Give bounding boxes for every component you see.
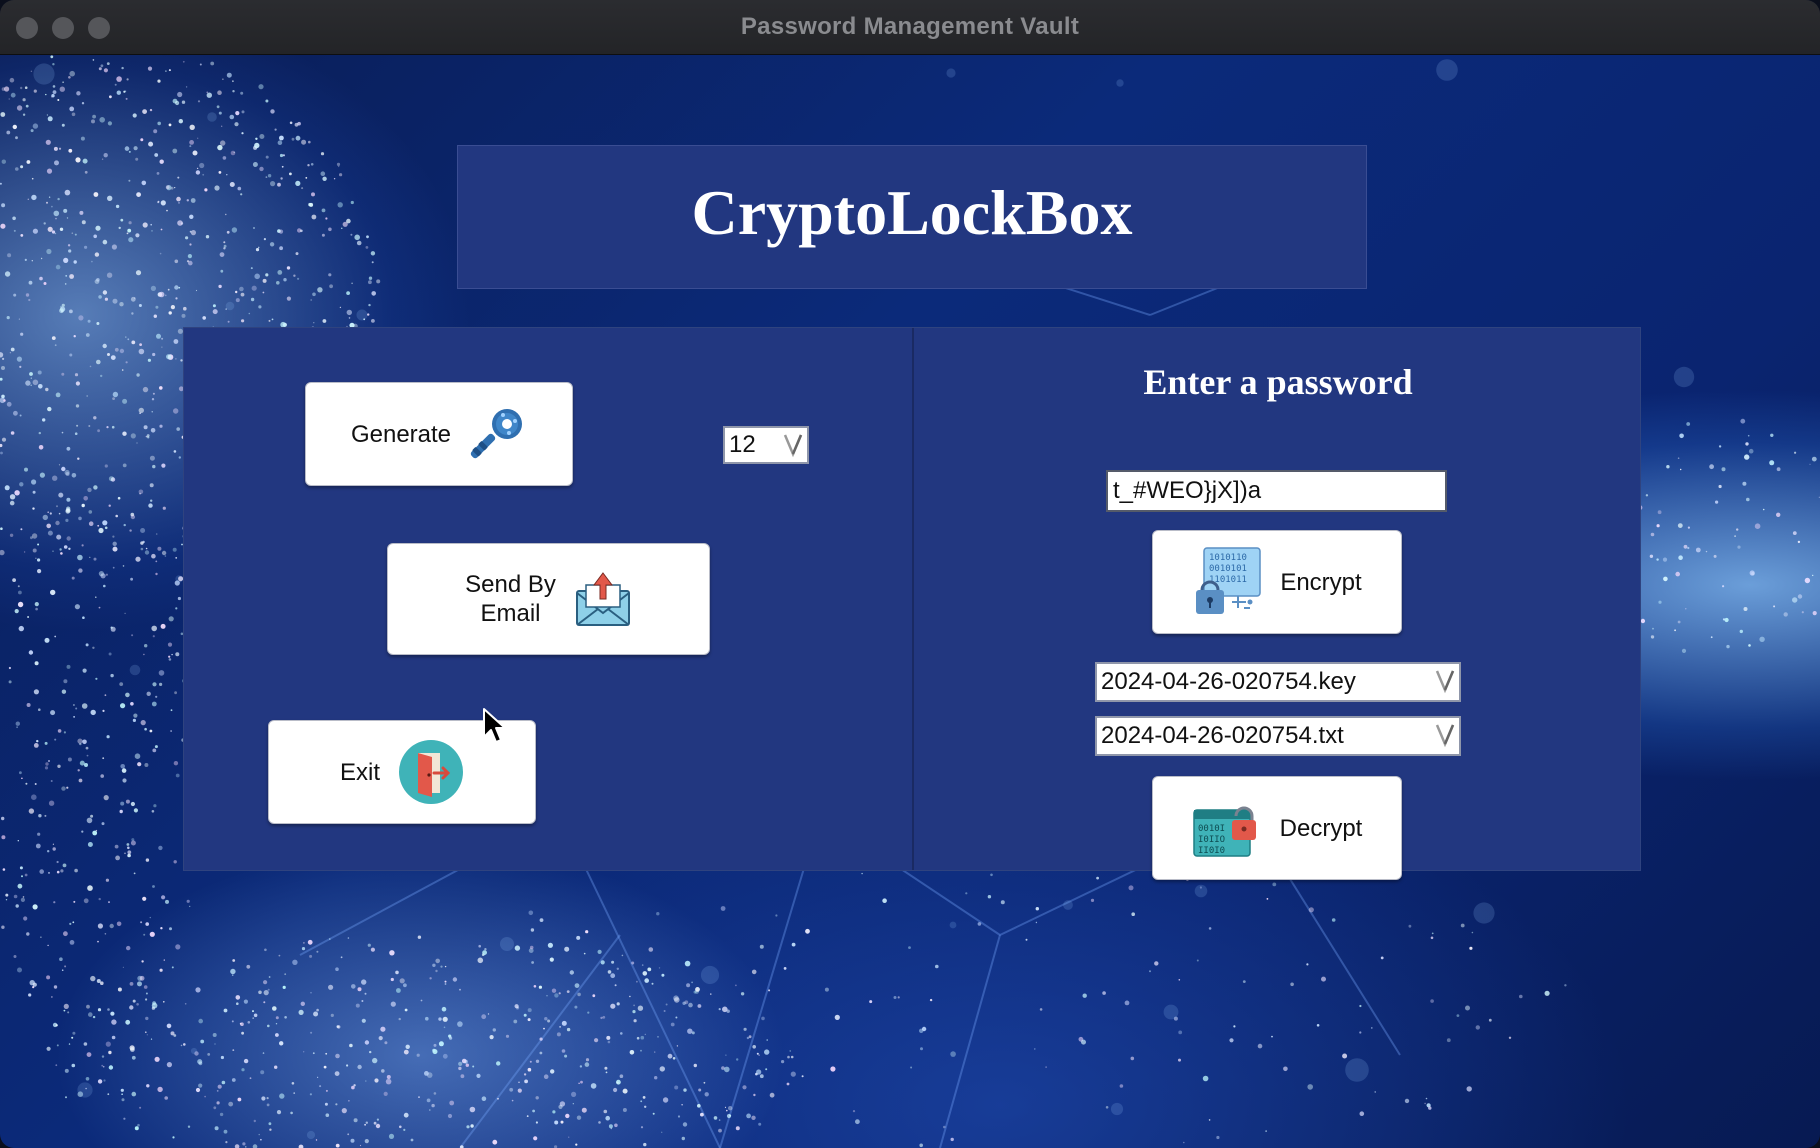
app-title: CryptoLockBox: [691, 177, 1133, 248]
txt-file-select-value: 2024-04-26-020754.txt: [1101, 722, 1344, 749]
decrypt-button[interactable]: 0010I I0IIO II0I0 Decrypt: [1152, 776, 1402, 880]
chevron-down-icon: [1435, 668, 1455, 701]
length-select-value: 12: [729, 431, 756, 458]
key-file-select-value: 2024-04-26-020754.key: [1101, 668, 1356, 695]
generate-button[interactable]: Generate: [305, 382, 573, 486]
binary-lock-icon: 1010110 0010101 1101011: [1192, 546, 1262, 618]
svg-text:II0I0: II0I0: [1198, 846, 1225, 856]
mouse-cursor-icon: [483, 708, 506, 743]
encrypt-button[interactable]: 1010110 0010101 1101011 Encrypt: [1152, 530, 1402, 634]
binary-unlock-icon: 0010I I0IIO II0I0: [1192, 798, 1262, 858]
password-input[interactable]: [1106, 470, 1447, 512]
app-title-panel: CryptoLockBox: [457, 145, 1367, 289]
send-by-email-button-label: Send By Email: [465, 571, 556, 627]
send-by-email-button[interactable]: Send By Email: [387, 543, 710, 655]
title-bar: Password Management Vault: [0, 0, 1820, 55]
generate-button-label: Generate: [350, 420, 452, 448]
exit-button-label: Exit: [339, 758, 380, 786]
envelope-upload-icon: [574, 571, 632, 627]
svg-text:I0IIO: I0IIO: [1198, 835, 1225, 845]
svg-text:0010I: 0010I: [1198, 824, 1225, 834]
panel-divider: [912, 328, 914, 870]
key-icon: [469, 405, 527, 463]
exit-door-icon: [398, 739, 464, 805]
encrypt-button-label: Encrypt: [1280, 568, 1362, 596]
window-title: Password Management Vault: [740, 13, 1080, 40]
txt-file-select[interactable]: 2024-04-26-020754.txt: [1095, 716, 1461, 756]
chevron-down-icon: [783, 432, 803, 465]
main-panel: Generate 12 Send By Email Exit Enter a p…: [183, 327, 1641, 880]
length-select[interactable]: 12: [723, 426, 809, 464]
content-area: CryptoLockBox Generate 12 Send By Email …: [0, 55, 1820, 1148]
key-file-select[interactable]: 2024-04-26-020754.key: [1095, 662, 1461, 702]
chevron-down-icon: [1435, 722, 1455, 755]
enter-password-heading: Enter a password: [1143, 362, 1413, 402]
decrypt-button-label: Decrypt: [1279, 814, 1363, 842]
app-window: Password Management Vault CryptoLockBox …: [0, 0, 1820, 1148]
svg-text:0010101: 0010101: [1209, 564, 1247, 574]
svg-text:1010110: 1010110: [1209, 553, 1247, 563]
